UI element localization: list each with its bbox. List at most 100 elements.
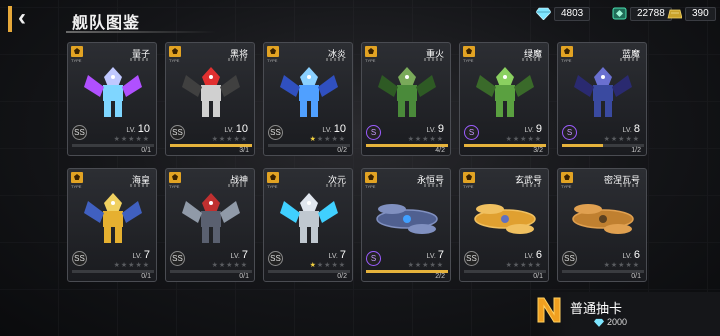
rank-badge: SS [72,125,87,140]
ship-level: LV. 6 [524,249,542,261]
chevron-left-icon: ‹ [18,4,26,31]
shard-count: 0/1 [631,273,641,280]
rank-badge: SS [72,251,87,266]
star-rating: ★★★★★ [113,136,150,143]
ship-level: LV. 7 [328,249,346,261]
gold-amount: 390 [685,6,716,21]
ship-level: LV. 8 [622,123,640,135]
decorative-dots [522,184,542,187]
type-badge-icon [267,172,279,183]
draw-panel[interactable]: 普通抽卡 2000 [536,292,720,336]
mech-art [280,193,338,243]
back-accent-bar [8,6,12,32]
ship-card[interactable]: TYPE 密涅瓦号 SS LV. 6 ★★★★★ 0/1 [557,168,647,282]
star-rating: ★★★★★ [211,136,248,143]
ship-level: LV. 10 [126,123,150,135]
decorative-dots [620,184,640,187]
type-badge-icon [561,172,573,183]
crystal-amount: 22788 [630,6,672,21]
shard-count: 3/1 [239,147,249,154]
shard-count: 1/2 [631,147,641,154]
type-badge-icon [463,46,475,57]
ship-level: LV. 9 [524,123,542,135]
mech-art [574,67,632,117]
ship-level: LV. 10 [224,123,248,135]
diamond-icon [594,318,604,327]
ship-card[interactable]: TYPE 玄武号 SS LV. 6 ★★★★★ 0/1 [459,168,549,282]
mech-art [378,67,436,117]
star-rating: ★★★★★ [309,136,346,143]
ship-card[interactable]: TYPE 黑将 SS LV. 10 ★★★★★ 3/1 [165,42,255,156]
decorative-dots [620,58,640,61]
shard-count: 0/1 [533,273,543,280]
ship-level: LV. 7 [132,249,150,261]
star-rating: ★★★★★ [309,262,346,269]
currency-gold: 390 [667,6,716,21]
decorative-dots [326,184,346,187]
star-rating: ★★★★★ [603,136,640,143]
ship-card[interactable]: TYPE 战神 SS LV. 7 ★★★★★ 0/1 [165,168,255,282]
currency-crystal: 22788 [612,6,672,21]
mech-art [280,67,338,117]
star-rating: ★★★★★ [603,262,640,269]
ship-level: LV. 9 [426,123,444,135]
draw-cost: 2000 [594,317,627,327]
type-badge-icon [169,172,181,183]
rank-badge: S [562,125,577,140]
rank-badge: SS [170,251,185,266]
shard-count: 4/2 [435,147,445,154]
decorative-dots [326,58,346,61]
star-rating: ★★★★★ [505,262,542,269]
ship-art [376,204,438,234]
shard-count: 0/1 [141,273,151,280]
ship-art [572,204,634,234]
type-badge-icon [71,172,83,183]
decorative-dots [130,184,150,187]
shard-count: 0/1 [141,147,151,154]
decorative-dots [424,184,444,187]
ship-card[interactable]: TYPE 蓝魔 S LV. 8 ★★★★★ 1/2 [557,42,647,156]
ship-level: LV. 7 [426,249,444,261]
type-badge-icon [561,46,573,57]
type-badge-icon [169,46,181,57]
decorative-dots [522,58,542,61]
ship-card[interactable]: TYPE 冰炎 SS LV. 10 ★★★★★ 0/2 [263,42,353,156]
back-button[interactable]: ‹ [8,6,50,32]
currency-diamond: 4803 [536,6,591,21]
star-rating: ★★★★★ [113,262,150,269]
ship-level: LV. 10 [322,123,346,135]
decorative-dots [130,58,150,61]
star-rating: ★★★★★ [505,136,542,143]
star-rating: ★★★★★ [407,136,444,143]
rank-badge: SS [268,125,283,140]
ship-card[interactable]: TYPE 永恒号 S LV. 7 ★★★★★ 2/2 [361,168,451,282]
diamond-icon [536,7,551,20]
rank-badge: SS [170,125,185,140]
ship-card[interactable]: TYPE 量子 SS LV. 10 ★★★★★ 0/1 [67,42,157,156]
ship-card[interactable]: TYPE 海皇 SS LV. 7 ★★★★★ 0/1 [67,168,157,282]
decorative-dots [228,58,248,61]
ship-card[interactable]: TYPE 绿魔 S LV. 9 ★★★★★ 3/2 [459,42,549,156]
mech-art [182,193,240,243]
diamond-amount: 4803 [554,6,591,21]
rank-badge: SS [268,251,283,266]
draw-button-label: 普通抽卡 [570,301,623,316]
type-badge-icon [463,172,475,183]
shard-count: 2/2 [435,273,445,280]
n-logo-icon [537,297,561,323]
mech-art [476,67,534,117]
type-badge-icon [267,46,279,57]
ship-art [474,204,536,234]
ship-card[interactable]: TYPE 次元 SS LV. 7 ★★★★★ 0/2 [263,168,353,282]
rank-badge: S [366,251,381,266]
star-rating: ★★★★★ [211,262,248,269]
type-badge-icon [365,172,377,183]
decorative-dots [424,58,444,61]
shard-count: 3/2 [533,147,543,154]
rank-badge: S [366,125,381,140]
title-underline [66,31,216,33]
rank-badge: SS [464,251,479,266]
ship-card[interactable]: TYPE 重火 S LV. 9 ★★★★★ 4/2 [361,42,451,156]
type-badge-icon [365,46,377,57]
mech-art [84,67,142,117]
